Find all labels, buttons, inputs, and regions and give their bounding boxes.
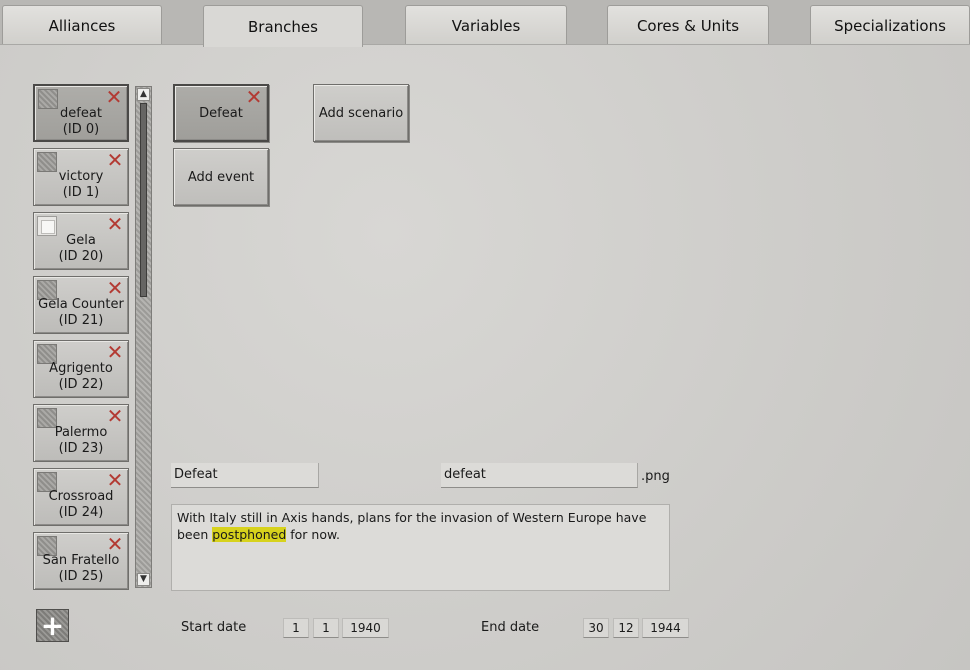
branch-item[interactable]: ✕ Palermo (ID 23)	[33, 404, 129, 462]
add-branch-button[interactable]: +	[36, 609, 69, 642]
add-scenario-button[interactable]: Add scenario	[313, 84, 409, 142]
branch-item[interactable]: ✕ San Fratello (ID 25)	[33, 532, 129, 590]
image-name-input[interactable]: defeat	[441, 463, 638, 488]
end-year-input[interactable]: 1944	[642, 618, 689, 638]
branch-item[interactable]: ✕ victory (ID 1)	[33, 148, 129, 206]
start-year-input[interactable]: 1940	[342, 618, 389, 638]
end-date-label: End date	[481, 620, 540, 635]
branch-list-scrollbar[interactable]: ▲ ▼	[135, 86, 152, 588]
tab-cores-units[interactable]: Cores & Units	[607, 5, 769, 45]
branch-item[interactable]: ✕ defeat (ID 0)	[33, 84, 129, 142]
add-event-button[interactable]: Add event	[173, 148, 269, 206]
highlighted-word: postphoned	[212, 527, 287, 542]
close-icon[interactable]: ✕	[106, 278, 124, 298]
close-icon[interactable]: ✕	[245, 87, 263, 107]
tab-branches[interactable]: Branches	[203, 5, 363, 47]
close-icon[interactable]: ✕	[105, 87, 123, 107]
close-icon[interactable]: ✕	[106, 214, 124, 234]
end-month-input[interactable]: 12	[613, 618, 639, 638]
start-day-input[interactable]: 1	[283, 618, 309, 638]
close-icon[interactable]: ✕	[106, 470, 124, 490]
scroll-thumb[interactable]	[140, 103, 147, 297]
close-icon[interactable]: ✕	[106, 534, 124, 554]
close-icon[interactable]: ✕	[106, 150, 124, 170]
start-date-label: Start date	[181, 620, 247, 635]
description-textarea[interactable]: With Italy still in Axis hands, plans fo…	[171, 504, 670, 591]
branch-item[interactable]: ✕ Agrigento (ID 22)	[33, 340, 129, 398]
image-extension-label: .png	[641, 469, 670, 484]
scroll-up-icon[interactable]: ▲	[137, 88, 150, 101]
branch-item[interactable]: ✕ Gela (ID 20)	[33, 212, 129, 270]
scenario-defeat-button[interactable]: Defeat ✕	[173, 84, 269, 142]
branch-item[interactable]: ✕ Crossroad (ID 24)	[33, 468, 129, 526]
branch-item[interactable]: ✕ Gela Counter (ID 21)	[33, 276, 129, 334]
close-icon[interactable]: ✕	[106, 406, 124, 426]
tab-specializations[interactable]: Specializations	[810, 5, 970, 45]
start-month-input[interactable]: 1	[313, 618, 339, 638]
tab-variables[interactable]: Variables	[405, 5, 567, 45]
scroll-down-icon[interactable]: ▼	[137, 573, 150, 586]
tab-alliances[interactable]: Alliances	[2, 5, 162, 45]
plus-icon: +	[40, 608, 65, 642]
end-day-input[interactable]: 30	[583, 618, 609, 638]
close-icon[interactable]: ✕	[106, 342, 124, 362]
branch-title-input[interactable]: Defeat	[171, 463, 319, 488]
